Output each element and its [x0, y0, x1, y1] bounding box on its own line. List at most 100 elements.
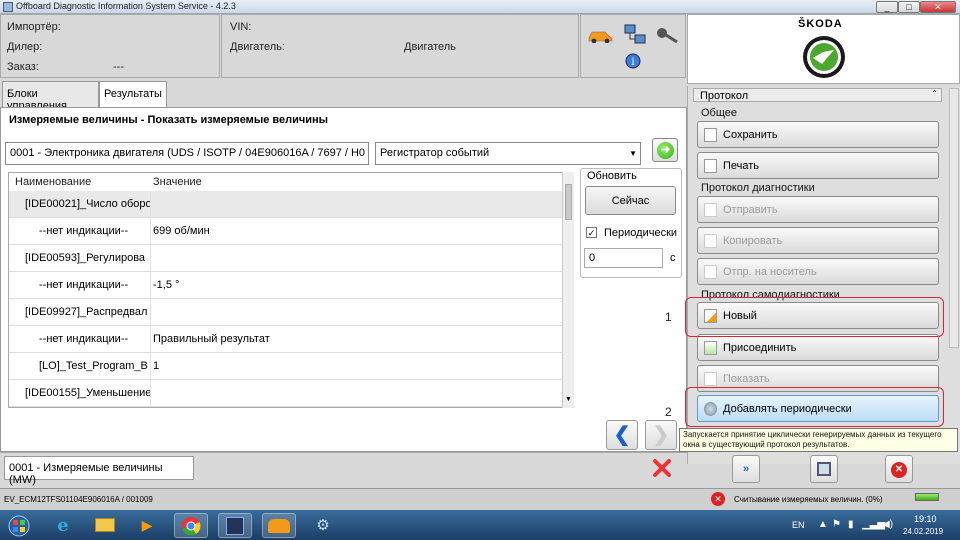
arrow-right-icon: ➜ — [657, 142, 674, 159]
fit-window-icon — [817, 462, 831, 476]
status-ecu-id: EV_ECM12TFS01104E906016A / 001009 — [4, 495, 153, 504]
measurement-session-field[interactable]: 0001 - Измеряемые величины (MW) — [4, 456, 194, 486]
media-player-icon[interactable]: ▶ — [130, 513, 164, 538]
send-label: Отправить — [723, 204, 778, 216]
tab-results[interactable]: Результаты — [99, 81, 167, 107]
volume-icon[interactable]: ◀) — [882, 519, 893, 530]
print-button[interactable]: Печать — [697, 152, 939, 179]
collapse-icon[interactable]: ⌃ — [931, 89, 938, 98]
chrome-icon[interactable] — [174, 513, 208, 538]
save-label: Сохранить — [723, 129, 778, 141]
table-row[interactable]: --нет индикации-- 699 об/мин — [9, 218, 565, 245]
save-icon — [704, 128, 717, 142]
save-button[interactable]: Сохранить — [697, 121, 939, 148]
chevron-down-icon: ▼ — [629, 149, 637, 158]
start-button[interactable] — [2, 513, 36, 538]
group-general: Общее — [701, 107, 738, 119]
periodic-checkbox[interactable]: ✓ — [586, 227, 597, 238]
send-button[interactable]: Отправить — [697, 196, 939, 223]
dealer-label: Дилер: — [7, 41, 43, 53]
column-header-name: Наименование — [15, 176, 92, 188]
sidebar-scrollbar[interactable] — [949, 88, 959, 348]
key-icon[interactable] — [655, 25, 679, 45]
copy-icon — [704, 234, 717, 248]
order-value: --- — [113, 61, 124, 73]
recorder-select[interactable]: Регистратор событий ▼ — [375, 142, 641, 165]
interval-input[interactable]: 0 — [584, 248, 663, 268]
scroll-down-icon[interactable]: ▼ — [565, 396, 572, 403]
battery-icon[interactable]: ▮ — [848, 519, 854, 530]
exit-icon: ✕ — [891, 462, 907, 478]
flag-icon[interactable]: ⚑ — [832, 519, 841, 530]
attach-label: Присоединить — [723, 342, 797, 354]
brand-panel: ŠKODA — [687, 14, 960, 84]
tray-arrow-icon[interactable]: ▲ — [818, 519, 828, 530]
floppy-app-icon[interactable] — [218, 513, 252, 538]
header-info-panel: Импортёр: Дилер: Заказ: --- — [0, 14, 220, 78]
maximize-button[interactable]: □ — [898, 1, 920, 13]
table-scrollbar[interactable]: ▼ — [562, 172, 574, 408]
close-button[interactable]: ✕ — [920, 1, 956, 13]
print-label: Печать — [723, 160, 760, 172]
odis-app-icon[interactable] — [262, 513, 296, 538]
recorder-select-value: Регистратор событий — [380, 147, 490, 159]
fit-window-button[interactable] — [810, 455, 838, 483]
attach-button[interactable]: Присоединить — [697, 334, 939, 361]
tab-control-units[interactable]: Блоки управления — [2, 81, 99, 112]
ie-icon[interactable]: e — [46, 513, 80, 538]
clock-date[interactable]: 24.02.2019 — [903, 527, 943, 536]
go-button[interactable]: ➜ — [652, 138, 678, 162]
row-name-cell: [IDE00593]_Регулирова — [9, 245, 151, 272]
row-value-cell: 699 об/мин — [153, 225, 210, 237]
connection-icon — [915, 493, 939, 501]
printer-icon — [704, 159, 717, 173]
network-icon[interactable] — [623, 23, 647, 45]
car-icon[interactable] — [587, 27, 613, 43]
row-name-cell: [IDE00155]_Уменьшение — [9, 380, 151, 407]
attach-icon — [704, 341, 717, 355]
section-title: Измеряемые величины - Показать измеряемы… — [9, 114, 329, 126]
back-arrow-button[interactable]: ❮ — [606, 420, 638, 450]
table-row[interactable]: [IDE00593]_Регулирова — [9, 245, 565, 272]
info-icon[interactable]: i — [625, 53, 641, 69]
protocol-header[interactable]: Протокол ⌃ — [693, 88, 942, 102]
table-row[interactable]: [IDE09927]_Распредвал — [9, 299, 565, 326]
minimize-button[interactable]: _ — [876, 1, 898, 13]
forward-double-button[interactable]: » — [732, 455, 760, 483]
title-bar: Offboard Diagnostic Information System S… — [0, 0, 960, 14]
language-indicator[interactable]: EN — [792, 520, 805, 530]
export-label: Отпр. на носитель — [723, 266, 817, 278]
app-icon — [3, 2, 13, 12]
copy-label: Копировать — [723, 235, 783, 247]
export-button[interactable]: Отпр. на носитель — [697, 258, 939, 285]
header-vehicle-panel: VIN: Двигатель: Двигатель — [221, 14, 579, 78]
protocol-title: Протокол — [700, 90, 749, 102]
tool-app-icon[interactable]: ⚙ — [306, 513, 340, 538]
ecu-select-value: 0001 - Электроника двигателя (UDS / ISOT… — [10, 147, 366, 159]
cancel-x-icon[interactable] — [652, 458, 672, 478]
row-name-cell: --нет индикации-- — [9, 272, 151, 299]
annotation-number-1: 1 — [665, 310, 672, 324]
ecu-select[interactable]: 0001 - Электроника двигателя (UDS / ISOT… — [5, 142, 369, 165]
copy-button[interactable]: Копировать — [697, 227, 939, 254]
table-row[interactable]: [IDE00021]_Число оборо — [9, 191, 565, 218]
exit-button[interactable]: ✕ — [885, 455, 913, 483]
forward-arrow-button[interactable]: ❯ — [645, 420, 677, 450]
status-message: Считывание измеряемых величин. (0%) — [734, 495, 883, 504]
scrollbar-thumb[interactable] — [565, 184, 572, 220]
refresh-now-label: Сейчас — [611, 195, 650, 207]
interval-unit: с — [670, 252, 676, 264]
table-row[interactable]: [LO]_Test_Program_B 1 — [9, 353, 565, 380]
clock-time[interactable]: 19:10 — [914, 514, 937, 524]
table-row[interactable]: --нет индикации-- -1,5 ° — [9, 272, 565, 299]
table-row[interactable]: [IDE00155]_Уменьшение — [9, 380, 565, 407]
group-diagnostic-protocol: Протокол диагностики — [701, 182, 815, 194]
header-icons-panel: i — [580, 14, 686, 78]
row-name-cell: [IDE00021]_Число оборо — [9, 191, 151, 218]
tooltip: Запускается принятие циклически генериру… — [679, 428, 958, 452]
refresh-now-button[interactable]: Сейчас — [585, 186, 676, 215]
table-row[interactable]: --нет индикации-- Правильный результат — [9, 326, 565, 353]
vin-label: VIN: — [230, 21, 252, 33]
engine-label: Двигатель: — [230, 41, 285, 53]
folder-icon[interactable] — [88, 513, 122, 538]
